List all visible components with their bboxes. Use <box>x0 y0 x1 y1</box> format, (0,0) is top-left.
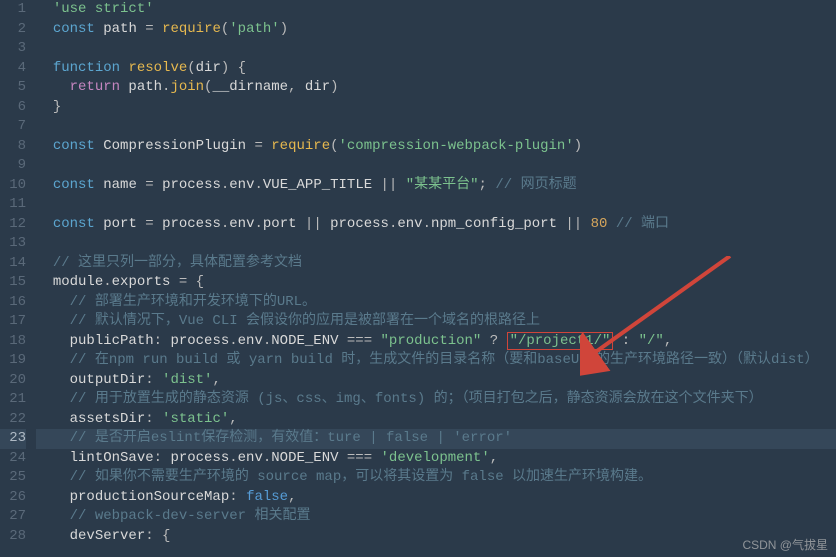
code-line: return path.join(__dirname, dir) <box>36 78 836 98</box>
line-number: 7 <box>0 117 26 137</box>
code-line: lintOnSave: process.env.NODE_ENV === 'de… <box>36 449 836 469</box>
code-line: module.exports = { <box>36 273 836 293</box>
line-number: 19 <box>0 351 26 371</box>
code-line: // 用于放置生成的静态资源 (js、css、img、fonts) 的；（项目打… <box>36 390 836 410</box>
line-number: 5 <box>0 78 26 98</box>
code-line: // 是否开启eslint保存检测，有效值：ture | false | 'er… <box>36 429 836 449</box>
code-line <box>36 117 836 137</box>
code-line <box>36 234 836 254</box>
code-line: // 默认情况下，Vue CLI 会假设你的应用是被部署在一个域名的根路径上 <box>36 312 836 332</box>
line-number: 18 <box>0 332 26 352</box>
line-number: 14 <box>0 254 26 274</box>
code-line: } <box>36 98 836 118</box>
line-number: 15 <box>0 273 26 293</box>
code-line: // webpack-dev-server 相关配置 <box>36 507 836 527</box>
code-line: const CompressionPlugin = require('compr… <box>36 137 836 157</box>
code-line: const name = process.env.VUE_APP_TITLE |… <box>36 176 836 196</box>
line-number: 25 <box>0 468 26 488</box>
watermark: CSDN @气拔星 <box>742 536 828 553</box>
code-line: // 在npm run build 或 yarn build 时，生成文件的目录… <box>36 351 836 371</box>
line-number: 17 <box>0 312 26 332</box>
code-editor[interactable]: 1234567891011121314151617181920212223242… <box>0 0 836 546</box>
line-number: 21 <box>0 390 26 410</box>
code-line: // 部署生产环境和开发环境下的URL。 <box>36 293 836 313</box>
line-number: 1 <box>0 0 26 20</box>
code-line: const path = require('path') <box>36 20 836 40</box>
line-number: 6 <box>0 98 26 118</box>
code-line <box>36 39 836 59</box>
line-number: 26 <box>0 488 26 508</box>
code-line: productionSourceMap: false, <box>36 488 836 508</box>
line-number: 12 <box>0 215 26 235</box>
code-line: function resolve(dir) { <box>36 59 836 79</box>
line-number-gutter: 1234567891011121314151617181920212223242… <box>0 0 36 546</box>
line-number: 9 <box>0 156 26 176</box>
line-number: 4 <box>0 59 26 79</box>
code-line: // 这里只列一部分，具体配置参考文档 <box>36 254 836 274</box>
line-number: 24 <box>0 449 26 469</box>
code-line: devServer: { <box>36 527 836 547</box>
code-area[interactable]: 'use strict' const path = require('path'… <box>36 0 836 546</box>
line-number: 23 <box>0 429 26 449</box>
line-number: 8 <box>0 137 26 157</box>
line-number: 22 <box>0 410 26 430</box>
code-line: const port = process.env.port || process… <box>36 215 836 235</box>
code-line: outputDir: 'dist', <box>36 371 836 391</box>
code-line <box>36 156 836 176</box>
code-line: // 如果你不需要生产环境的 source map，可以将其设置为 false … <box>36 468 836 488</box>
code-line: publicPath: process.env.NODE_ENV === "pr… <box>36 332 836 352</box>
line-number: 27 <box>0 507 26 527</box>
line-number: 13 <box>0 234 26 254</box>
line-number: 3 <box>0 39 26 59</box>
line-number: 2 <box>0 20 26 40</box>
code-line: 'use strict' <box>36 0 836 20</box>
line-number: 11 <box>0 195 26 215</box>
code-line: assetsDir: 'static', <box>36 410 836 430</box>
code-line <box>36 195 836 215</box>
line-number: 28 <box>0 527 26 547</box>
line-number: 16 <box>0 293 26 313</box>
line-number: 10 <box>0 176 26 196</box>
line-number: 20 <box>0 371 26 391</box>
